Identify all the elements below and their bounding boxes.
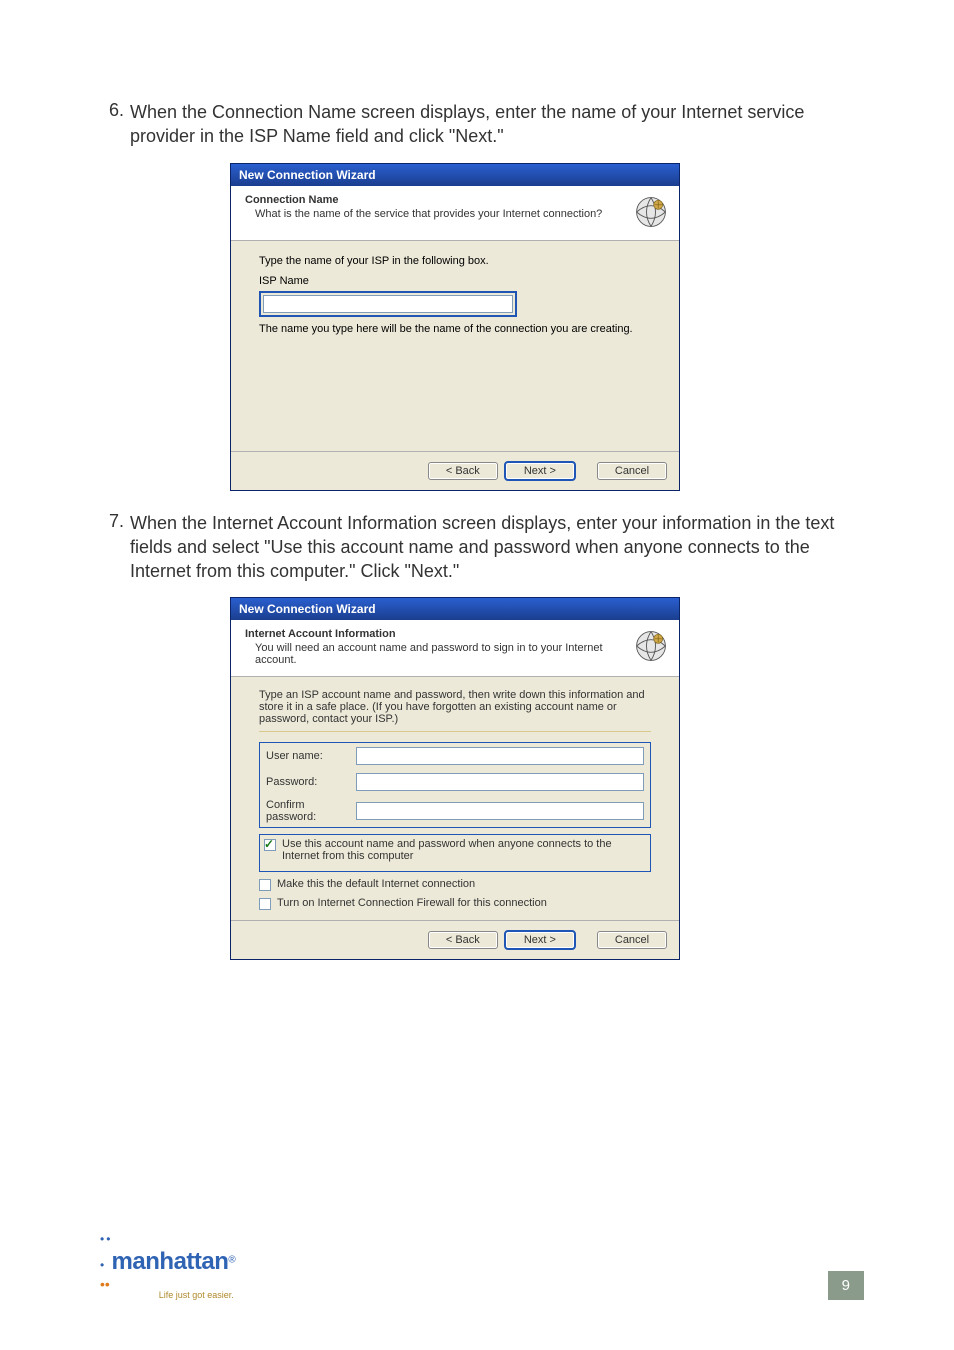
use-account-checkbox[interactable] xyxy=(264,839,276,851)
confirm-password-input[interactable] xyxy=(356,802,644,820)
back-button[interactable]: < Back xyxy=(428,931,498,949)
firewall-checkbox[interactable] xyxy=(259,898,271,910)
step-7: 7. When the Internet Account Information… xyxy=(100,511,864,584)
step-6: 6. When the Connection Name screen displ… xyxy=(100,100,864,149)
next-button[interactable]: Next > xyxy=(505,462,575,480)
wizard1-body: Type the name of your ISP in the followi… xyxy=(231,241,679,451)
wizard1-header: Connection Name What is the name of the … xyxy=(231,186,679,241)
globe-network-icon xyxy=(633,194,669,230)
confirm-password-label: Confirm password: xyxy=(266,799,356,823)
firewall-label: Turn on Internet Connection Firewall for… xyxy=(277,897,547,909)
wizard1-subheading: What is the name of the service that pro… xyxy=(255,208,625,220)
wizard1-heading: Connection Name xyxy=(245,194,625,206)
cancel-button[interactable]: Cancel xyxy=(597,931,667,949)
wizard1-prompt: Type the name of your ISP in the followi… xyxy=(259,255,651,267)
next-button[interactable]: Next > xyxy=(505,931,575,949)
divider xyxy=(259,731,651,732)
default-connection-label: Make this the default Internet connectio… xyxy=(277,878,475,890)
default-connection-checkbox[interactable] xyxy=(259,879,271,891)
back-button[interactable]: < Back xyxy=(428,462,498,480)
wizard2-titlebar: New Connection Wizard xyxy=(231,598,679,620)
manhattan-logo: •• • manhattan® ••Life just got easier. xyxy=(100,1230,236,1300)
isp-name-label: ISP Name xyxy=(259,275,651,287)
wizard2-prompt: Type an ISP account name and password, t… xyxy=(231,677,679,725)
wizard1-titlebar: New Connection Wizard xyxy=(231,164,679,186)
logo-tagline: Life just got easier. xyxy=(100,1290,234,1300)
step-6-text: When the Connection Name screen displays… xyxy=(130,100,850,149)
use-account-label: Use this account name and password when … xyxy=(282,838,646,862)
password-input[interactable] xyxy=(356,773,644,791)
wizard2-heading: Internet Account Information xyxy=(245,628,625,640)
page-number: 9 xyxy=(828,1271,864,1300)
wizard2-subheading: You will need an account name and passwo… xyxy=(255,642,625,666)
wizard1-note: The name you type here will be the name … xyxy=(259,323,651,335)
wizard-account-info: New Connection Wizard Internet Account I… xyxy=(230,597,680,960)
globe-network-icon xyxy=(633,628,669,664)
step-7-text: When the Internet Account Information sc… xyxy=(130,511,850,584)
page-footer: •• • manhattan® ••Life just got easier. … xyxy=(100,1230,864,1300)
user-name-label: User name: xyxy=(266,750,356,762)
wizard1-button-row: < Back Next > Cancel xyxy=(231,451,679,490)
wizard2-button-row: < Back Next > Cancel xyxy=(231,920,679,959)
isp-name-input[interactable] xyxy=(263,295,513,313)
user-name-input[interactable] xyxy=(356,747,644,765)
wizard-connection-name: New Connection Wizard Connection Name Wh… xyxy=(230,163,680,491)
wizard2-header: Internet Account Information You will ne… xyxy=(231,620,679,677)
password-label: Password: xyxy=(266,776,356,788)
step-6-number: 6. xyxy=(100,100,130,149)
step-7-number: 7. xyxy=(100,511,130,584)
cancel-button[interactable]: Cancel xyxy=(597,462,667,480)
